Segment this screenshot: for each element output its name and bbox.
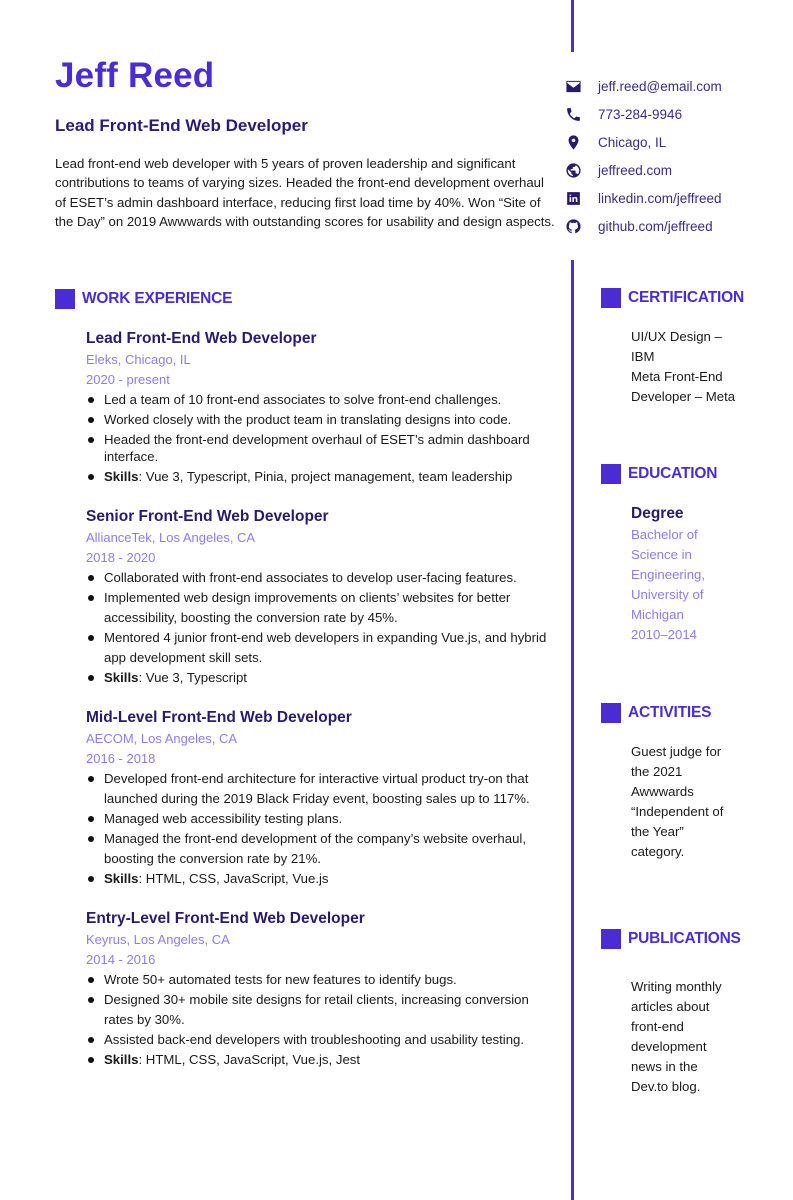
job-dates: 2020 - present (86, 372, 170, 387)
section-marker-square (601, 288, 621, 308)
contact-phone[interactable]: 773-284-9946 (563, 100, 722, 128)
work-experience-list: Lead Front-End Web Developer Eleks, Chic… (86, 328, 556, 1089)
job-skills: Skills: HTML, CSS, JavaScript, Vue.js (86, 869, 556, 889)
linkedin-icon (563, 188, 583, 208)
job-dates: 2018 - 2020 (86, 550, 156, 565)
skills-label: Skills (104, 1052, 139, 1067)
location-pin-icon (563, 132, 583, 152)
job-skills: Skills: Vue 3, Typescript, Pinia, projec… (86, 467, 556, 487)
section-heading-activities: ACTIVITIES (601, 703, 711, 723)
job-company: AECOM, Los Angeles, CA (86, 731, 238, 746)
job-company: Keyrus, Los Angeles, CA (86, 932, 230, 947)
section-title: PUBLICATIONS (628, 930, 741, 947)
contact-email[interactable]: jeff.reed@email.com (563, 72, 722, 100)
skills-label: Skills (104, 469, 139, 484)
candidate-headline: Lead Front-End Web Developer (55, 116, 308, 135)
job-bullet: Worked closely with the product team in … (86, 410, 556, 430)
contact-linkedin[interactable]: linkedin.com/jeffreed (563, 184, 722, 212)
activities-text: Guest judge for the 2021 Awwwards “Indep… (631, 744, 724, 859)
education-dates: 2010–2014 (631, 627, 698, 642)
contact-github-text: github.com/jeffreed (598, 218, 713, 234)
contact-location-text: Chicago, IL (598, 134, 667, 150)
job-bullet: Implemented web design improvements on c… (86, 588, 556, 628)
job-bullets: Wrote 50+ automated tests for new featur… (86, 970, 556, 1070)
job-bullet: Developed front-end architecture for int… (86, 769, 556, 809)
skills-label: Skills (104, 871, 139, 886)
section-title: EDUCATION (628, 465, 718, 482)
section-marker-square (601, 464, 621, 484)
education-entry: Degree Bachelor of Science in Engineerin… (631, 503, 721, 645)
section-title: WORK EXPERIENCE (82, 290, 233, 307)
job-bullet: Headed the front-end development overhau… (86, 430, 556, 467)
publications-text: Writing monthly articles about front-end… (631, 979, 722, 1094)
job-bullets: Collaborated with front-end associates t… (86, 568, 556, 688)
job-skills: Skills: Vue 3, Typescript (86, 668, 556, 688)
certification-item: Meta Front-End Developer – Meta (631, 369, 736, 404)
job-bullet: Wrote 50+ automated tests for new featur… (86, 970, 556, 990)
job-entry: Lead Front-End Web Developer Eleks, Chic… (86, 328, 556, 487)
contact-github[interactable]: github.com/jeffreed (563, 212, 722, 240)
email-icon (563, 76, 583, 96)
section-heading-work-experience: WORK EXPERIENCE (55, 289, 233, 309)
divider-line-top (571, 0, 574, 52)
skills-value: : Vue 3, Typescript, Pinia, project mana… (138, 469, 513, 484)
contact-location: Chicago, IL (563, 128, 722, 156)
divider-line-bottom (571, 260, 574, 1200)
skills-value: : HTML, CSS, JavaScript, Vue.js, Jest (138, 1052, 361, 1067)
contact-linkedin-text: linkedin.com/jeffreed (598, 190, 722, 206)
job-bullet: Managed the front-end development of the… (86, 829, 556, 869)
job-entry: Entry-Level Front-End Web Developer Keyr… (86, 908, 556, 1070)
phone-icon (563, 104, 583, 124)
education-degree-label: Degree (631, 505, 684, 522)
summary-paragraph: Lead front-end web developer with 5 year… (55, 156, 555, 229)
section-marker-square (601, 703, 621, 723)
section-marker-square (55, 289, 75, 309)
section-marker-square (601, 929, 621, 949)
section-heading-education: EDUCATION (601, 464, 717, 484)
job-bullets: Developed front-end architecture for int… (86, 769, 556, 889)
section-title: ACTIVITIES (628, 704, 712, 721)
job-skills: Skills: HTML, CSS, JavaScript, Vue.js, J… (86, 1050, 556, 1070)
job-bullet: Managed web accessibility testing plans. (86, 809, 556, 829)
contact-website-text: jeffreed.com (598, 162, 673, 178)
contact-list: jeff.reed@email.com 773-284-9946 Chicago… (563, 72, 722, 240)
contact-website[interactable]: jeffreed.com (563, 156, 722, 184)
job-entry: Mid-Level Front-End Web Developer AECOM,… (86, 707, 556, 889)
skills-label: Skills (104, 670, 139, 685)
job-company: AllianceTek, Los Angeles, CA (86, 530, 256, 545)
job-bullet: Assisted back-end developers with troubl… (86, 1030, 556, 1050)
section-heading-publications: PUBLICATIONS (601, 929, 741, 949)
certification-list: UI/UX Design – IBM Meta Front-End Develo… (631, 327, 741, 407)
github-icon (563, 216, 583, 236)
job-title: Entry-Level Front-End Web Developer (86, 910, 365, 927)
job-bullet: Designed 30+ mobile site designs for ret… (86, 990, 556, 1030)
job-bullet: Led a team of 10 front-end associates to… (86, 390, 556, 410)
candidate-name: Jeff Reed (55, 56, 215, 95)
contact-email-text: jeff.reed@email.com (598, 78, 722, 94)
job-dates: 2016 - 2018 (86, 751, 156, 766)
job-title: Senior Front-End Web Developer (86, 508, 329, 525)
section-heading-certification: CERTIFICATION (601, 288, 744, 308)
job-dates: 2014 - 2016 (86, 952, 156, 967)
job-title: Mid-Level Front-End Web Developer (86, 709, 352, 726)
skills-value: : Vue 3, Typescript (138, 670, 247, 685)
skills-value: : HTML, CSS, JavaScript, Vue.js (138, 871, 329, 886)
job-bullets: Led a team of 10 front-end associates to… (86, 390, 556, 487)
contact-phone-text: 773-284-9946 (598, 106, 683, 122)
job-bullet: Mentored 4 junior front-end web develope… (86, 628, 556, 668)
certification-item: UI/UX Design – IBM (631, 329, 722, 364)
globe-icon (563, 160, 583, 180)
job-title: Lead Front-End Web Developer (86, 330, 317, 347)
job-bullet: Collaborated with front-end associates t… (86, 568, 556, 588)
job-entry: Senior Front-End Web Developer AllianceT… (86, 506, 556, 688)
section-title: CERTIFICATION (628, 289, 744, 306)
job-company: Eleks, Chicago, IL (86, 352, 191, 367)
education-details: Bachelor of Science in Engineering, Univ… (631, 527, 706, 622)
